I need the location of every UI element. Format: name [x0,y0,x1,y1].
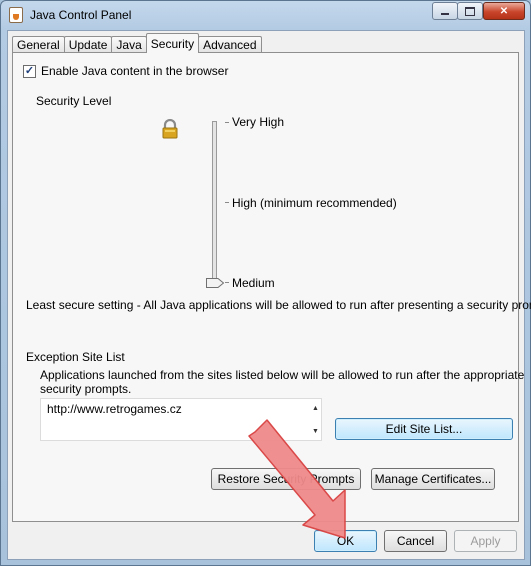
edit-site-list-button[interactable]: Edit Site List... [335,418,513,440]
title-bar[interactable]: Java Control Panel ✕ [1,1,530,29]
client-area: General Update Java Security Advanced ✓ … [7,30,531,560]
slider-tick [225,202,229,203]
tab-java[interactable]: Java [111,36,147,53]
security-panel: ✓ Enable Java content in the browser Sec… [12,52,531,522]
list-item[interactable]: http://www.retrogames.cz [47,402,182,416]
tab-general[interactable]: General [12,36,65,53]
exception-site-list[interactable]: http://www.retrogames.cz ▲ ▼ [40,398,322,441]
site-list-scrollbar[interactable]: ▲ ▼ [309,399,322,440]
scroll-down-icon[interactable]: ▼ [312,428,319,435]
ok-button[interactable]: OK [314,530,377,552]
minimize-button[interactable] [432,2,458,20]
exception-description: Applications launched from the sites lis… [40,368,525,382]
maximize-button[interactable] [457,2,483,20]
security-level-slider[interactable] [212,121,217,284]
restore-security-prompts-button[interactable]: Restore Security Prompts [211,468,361,490]
lock-icon [162,119,178,139]
window-title: Java Control Panel [30,8,132,22]
tab-advanced[interactable]: Advanced [198,36,262,53]
level-high-label: High (minimum recommended) [232,196,397,210]
slider-thumb[interactable] [206,278,224,288]
manage-certificates-button[interactable]: Manage Certificates... [371,468,495,490]
close-button[interactable]: ✕ [483,2,525,20]
scroll-up-icon[interactable]: ▲ [312,405,319,412]
level-very-high-label: Very High [232,115,285,129]
java-control-panel-window: Java Control Panel ✕ General Update Java… [0,0,531,566]
enable-java-label[interactable]: Enable Java content in the browser [41,64,228,78]
apply-button[interactable]: Apply [454,530,517,552]
security-level-heading: Security Level [36,94,112,108]
close-icon: ✕ [499,5,509,17]
minimize-icon [441,13,449,15]
level-description: Least secure setting - All Java applicat… [26,298,531,312]
tab-update[interactable]: Update [63,36,113,53]
slider-tick [225,122,229,123]
maximize-icon [465,6,475,16]
level-medium-label: Medium [232,276,275,290]
tab-strip: General Update Java Security Advanced [12,33,262,53]
exception-heading: Exception Site List [26,350,125,364]
java-app-icon [9,7,23,23]
cancel-button[interactable]: Cancel [384,530,447,552]
enable-java-checkbox[interactable]: ✓ [23,65,36,78]
slider-tick [225,282,229,283]
tab-security[interactable]: Security [145,33,200,53]
exception-description-cont: security prompts. [40,382,132,396]
